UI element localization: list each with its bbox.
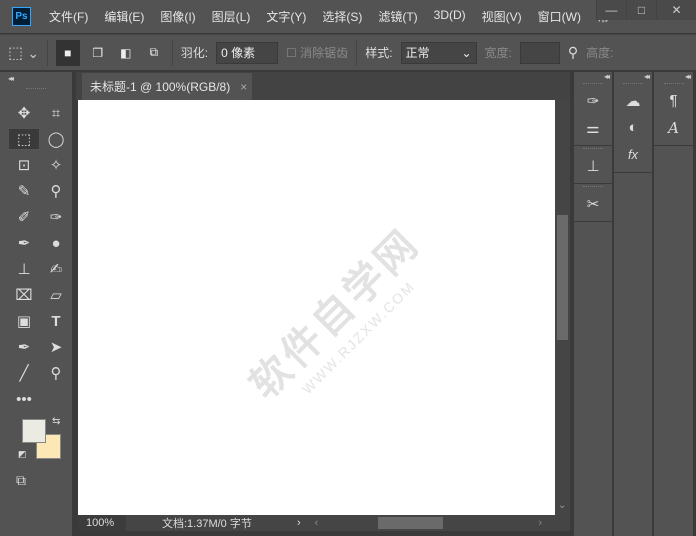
divider	[356, 39, 358, 66]
status-bar: 100% 文档:1.37M/0 字节 › ‹ ›	[78, 515, 570, 531]
collapse-icon[interactable]: ◂◂	[574, 72, 612, 81]
chevron-down-icon: ⌄	[461, 45, 472, 60]
type-tool-icon[interactable]: T	[40, 310, 72, 332]
menu-edit[interactable]: 编辑(E)	[96, 8, 152, 25]
menu-view[interactable]: 视图(V)	[474, 8, 530, 25]
style-select[interactable]: 正常 ⌄	[400, 41, 477, 64]
divider	[171, 39, 173, 66]
add-selection-icon[interactable]: ❐	[88, 43, 108, 63]
pen-tool-icon[interactable]: ✒	[8, 336, 40, 358]
collapse-icon[interactable]: ◂◂	[654, 72, 693, 81]
panel-column-3: ◂◂ ¶ A	[653, 72, 693, 536]
menu-type[interactable]: 文字(Y)	[258, 8, 314, 25]
lasso-tool-icon[interactable]: ◯	[40, 128, 72, 150]
styles-fx-icon[interactable]: fx	[614, 141, 652, 168]
menu-bar: Ps 文件(F) 编辑(E) 图像(I) 图层(L) 文字(Y) 选择(S) 滤…	[0, 0, 696, 33]
magic-wand-tool-icon[interactable]: ✧	[40, 154, 72, 176]
scroll-left-icon[interactable]: ‹	[315, 517, 319, 529]
vertical-scroll-thumb[interactable]	[557, 215, 568, 340]
menu-image[interactable]: 图像(I)	[152, 8, 203, 25]
menu-3d[interactable]: 3D(D)	[426, 8, 474, 25]
line-tool-icon[interactable]: ╱	[8, 362, 40, 384]
panel-column-2: ◂◂ ☁ ◐ fx	[613, 72, 652, 536]
paragraph-panel-icon[interactable]: ¶	[654, 87, 693, 114]
artboard-tool-icon[interactable]: ⌧	[8, 284, 40, 306]
width-input[interactable]	[519, 41, 560, 64]
marquee-preset-icon[interactable]: ⬚ ⌄	[8, 43, 39, 63]
style-label: 样式:	[365, 46, 393, 60]
height-label: 高度:	[586, 46, 614, 60]
close-button[interactable]: ✕	[656, 0, 696, 20]
menu-window[interactable]: 窗口(W)	[530, 8, 589, 25]
gradient-tool-icon[interactable]: ▣	[8, 310, 40, 332]
crop-tool-icon[interactable]: ⌗	[40, 102, 72, 124]
adjustments-icon[interactable]: ◐	[614, 114, 652, 141]
brushes-panel-icon[interactable]: ✑	[574, 87, 612, 114]
photoshop-logo: Ps	[12, 7, 31, 26]
move-tool-icon[interactable]: ✥	[8, 102, 40, 124]
path-select-tool-icon[interactable]: ➤	[40, 336, 72, 358]
default-colors-icon[interactable]: ◩	[18, 449, 27, 460]
libraries-panel-icon[interactable]: ☁	[614, 87, 652, 114]
subtract-selection-icon[interactable]: ◧	[116, 43, 136, 63]
canvas[interactable]: 软件自学网 WWW.RJZXW.COM	[78, 100, 555, 515]
zoom-level[interactable]: 100%	[78, 515, 126, 531]
document-tab[interactable]: 未标题-1 @ 100%(RGB/8) ×	[82, 73, 252, 100]
antialias-checkbox[interactable]: ☐ 消除锯齿	[286, 44, 348, 61]
tools-panel: ◂◂ ✥ ⌗ ⬚ ◯ ⊡ ✧ ✎ ⚲ ✐ ✑ ✒ ● ⊥ ✍ ⌧ ▱ ▣ T ✒…	[0, 72, 73, 536]
tool-presets-panel-icon[interactable]: ✂	[574, 190, 612, 217]
scroll-right-icon[interactable]: ›	[538, 517, 542, 529]
document-info: 文档:1.37M/0 字节	[162, 518, 252, 530]
menu-filter[interactable]: 滤镜(T)	[370, 8, 425, 25]
character-panel-icon[interactable]: A	[654, 114, 693, 141]
eyedropper-tool-icon[interactable]: ⚲	[40, 180, 72, 202]
status-menu-arrow-icon[interactable]: ›	[297, 517, 301, 529]
close-tab-icon[interactable]: ×	[240, 80, 247, 94]
watermark: 软件自学网 WWW.RJZXW.COM	[234, 213, 442, 421]
eraser-tool-icon[interactable]: ▱	[40, 284, 72, 306]
feather-input[interactable]: 0 像素	[216, 41, 279, 64]
antialias-label: 消除锯齿	[300, 46, 349, 60]
quick-mask-icon[interactable]: ⧉	[16, 472, 26, 489]
menu-select[interactable]: 选择(S)	[314, 8, 370, 25]
grip[interactable]	[26, 88, 46, 92]
menu-file[interactable]: 文件(F)	[41, 8, 96, 25]
zoom-tool-icon[interactable]: ⚲	[40, 362, 72, 384]
width-label: 宽度:	[484, 46, 512, 60]
menu-layer[interactable]: 图层(L)	[204, 8, 259, 25]
swap-colors-icon[interactable]: ⇆	[52, 416, 60, 427]
clone-source-panel-icon[interactable]: ⊥	[574, 152, 612, 179]
more-tools-icon[interactable]: •••	[8, 388, 40, 410]
frame-tool-icon[interactable]: ✎	[8, 180, 40, 202]
brush-icon[interactable]: ✒	[8, 232, 40, 254]
clone-stamp-tool-icon[interactable]: ⊥	[8, 258, 40, 280]
collapse-icon[interactable]: ◂◂	[614, 72, 652, 81]
healing-brush-tool-icon[interactable]: ✐	[8, 206, 40, 228]
window-controls: — □ ✕	[596, 0, 696, 20]
feather-label: 羽化:	[180, 46, 209, 60]
adjustments-panel-icon[interactable]: ⚌	[574, 114, 612, 141]
collapse-icon[interactable]: ◂◂	[8, 74, 14, 83]
options-bar: ⬚ ⌄ ■ ❐ ◧ ⧉ 羽化: 0 像素 ☐ 消除锯齿 样式: 正常 ⌄ 宽度: …	[0, 34, 696, 70]
horizontal-scroll-thumb[interactable]	[378, 517, 443, 529]
new-selection-icon[interactable]: ■	[55, 39, 80, 66]
watermark-main: 软件自学网	[241, 220, 429, 408]
search-icon[interactable]: ⚲	[568, 44, 578, 61]
history-brush-tool-icon[interactable]: ✍	[40, 258, 72, 280]
minimize-button[interactable]: —	[596, 0, 626, 20]
brush-tool-icon[interactable]: ✑	[40, 206, 72, 228]
divider	[46, 39, 48, 66]
marquee-tool-icon[interactable]: ⬚	[8, 128, 40, 150]
intersect-selection-icon[interactable]: ⧉	[144, 43, 164, 63]
object-select-tool-icon[interactable]: ⊡	[8, 154, 40, 176]
document-title: 未标题-1 @ 100%(RGB/8)	[90, 80, 231, 94]
maximize-button[interactable]: □	[626, 0, 656, 20]
smudge-tool-icon[interactable]: ●	[40, 232, 72, 254]
style-value: 正常	[405, 46, 430, 60]
scroll-down-icon[interactable]: ⌄	[558, 500, 566, 511]
foreground-color-swatch[interactable]	[22, 419, 46, 443]
panel-column-1: ◂◂ ✑ ⚌ ⊥ ✂	[573, 72, 612, 536]
